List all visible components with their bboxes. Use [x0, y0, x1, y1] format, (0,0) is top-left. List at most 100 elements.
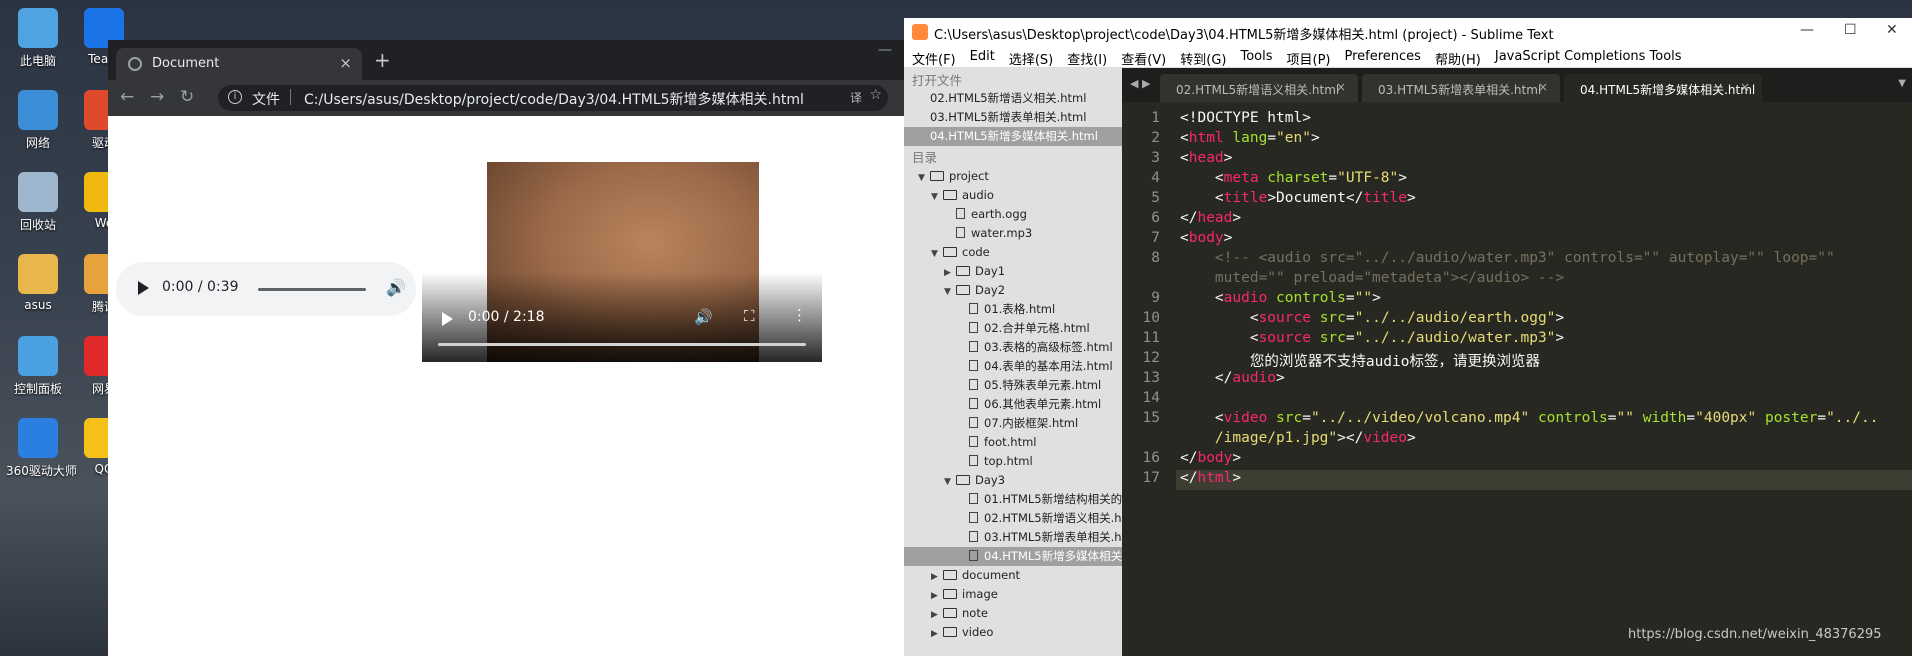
file-item[interactable]: 05.特殊表单元素.html: [904, 376, 1122, 395]
file-item[interactable]: 02.HTML5新增语义相关.h: [904, 509, 1122, 528]
desktop-icon[interactable]: 360驱动大师: [6, 418, 77, 479]
tab-dropdown-icon[interactable]: ▼: [1898, 78, 1906, 89]
menu-item[interactable]: Edit: [970, 49, 995, 64]
desktop-icon[interactable]: 此电脑: [6, 8, 70, 69]
code-line[interactable]: <body>: [1180, 230, 1232, 246]
tab-close-button[interactable]: ×: [339, 54, 352, 72]
tab-close-icon[interactable]: ×: [1336, 80, 1346, 94]
file-item[interactable]: 01.HTML5新增结构相关的: [904, 490, 1122, 509]
folder-item[interactable]: ▼ project: [904, 167, 1122, 186]
code-line[interactable]: </body>: [1180, 450, 1241, 466]
menu-item[interactable]: 文件(F): [912, 49, 956, 68]
window-minimize-button[interactable]: —: [1800, 22, 1814, 38]
video-volume-icon[interactable]: 🔊: [694, 308, 713, 326]
address-bar[interactable]: i 文件 C:/Users/asus/Desktop/project/code/…: [218, 85, 888, 111]
app-icon: [18, 254, 58, 294]
chevron-right-icon[interactable]: ▶: [931, 625, 943, 644]
folder-item[interactable]: ▼ Day3: [904, 471, 1122, 490]
audio-play-icon[interactable]: [138, 281, 149, 295]
menu-item[interactable]: 转到(G): [1180, 49, 1226, 68]
file-item[interactable]: 07.内嵌框架.html: [904, 414, 1122, 433]
menu-item[interactable]: 项目(P): [1287, 49, 1331, 68]
file-item[interactable]: 02.合并单元格.html: [904, 319, 1122, 338]
folder-item[interactable]: ▼ Day2: [904, 281, 1122, 300]
code-line[interactable]: <meta charset="UTF-8">: [1180, 170, 1407, 186]
code-line[interactable]: </audio>: [1180, 370, 1285, 386]
audio-player[interactable]: 0:00 / 0:39 🔊: [116, 262, 416, 316]
code-line[interactable]: <title>Document</title>: [1180, 190, 1416, 206]
desktop-icon[interactable]: 网络: [6, 90, 70, 151]
menu-item[interactable]: 选择(S): [1009, 49, 1053, 68]
browser-tab[interactable]: Document ×: [116, 48, 362, 80]
code-line[interactable]: <html lang="en">: [1180, 130, 1320, 146]
code-line[interactable]: <source src="../../audio/earth.ogg">: [1180, 310, 1564, 326]
video-player[interactable]: 0:00 / 2:18 🔊 ⛶ ⋮: [422, 162, 822, 362]
code-line[interactable]: <video src="../../video/volcano.mp4" con…: [1180, 410, 1879, 426]
folder-item[interactable]: ▼ code: [904, 243, 1122, 262]
audio-progress-track[interactable]: [258, 288, 366, 291]
fullscreen-icon[interactable]: ⛶: [744, 307, 755, 325]
code-line[interactable]: /image/p1.jpg"></video>: [1180, 430, 1416, 446]
file-item[interactable]: top.html: [904, 452, 1122, 471]
url-text[interactable]: C:/Users/asus/Desktop/project/code/Day3/…: [304, 89, 804, 109]
code-line[interactable]: <head>: [1180, 150, 1232, 166]
desktop-icon[interactable]: 控制面板: [6, 336, 70, 397]
code-line[interactable]: </head>: [1180, 210, 1241, 226]
file-item[interactable]: 06.其他表单元素.html: [904, 395, 1122, 414]
tab-active[interactable]: 04.HTML5新增多媒体相关.html ×: [1564, 74, 1762, 102]
folder-item[interactable]: ▼ audio: [904, 186, 1122, 205]
open-file-item[interactable]: 02.HTML5新增语义相关.html: [904, 89, 1122, 108]
audio-volume-icon[interactable]: 🔊: [386, 278, 406, 297]
code-line[interactable]: </html>: [1180, 470, 1241, 486]
more-options-icon[interactable]: ⋮: [792, 306, 807, 324]
folder-item[interactable]: ▶ document: [904, 566, 1122, 585]
file-item[interactable]: 04.HTML5新增多媒体相关: [904, 547, 1122, 566]
info-icon[interactable]: i: [228, 90, 242, 104]
tab-close-icon[interactable]: ×: [1538, 80, 1548, 94]
folder-item[interactable]: ▶ image: [904, 585, 1122, 604]
video-progress-track[interactable]: [438, 343, 806, 346]
file-item[interactable]: 03.表格的高级标签.html: [904, 338, 1122, 357]
window-close-button[interactable]: ✕: [1886, 22, 1898, 38]
menu-item[interactable]: JavaScript Completions Tools: [1495, 49, 1682, 64]
reload-button[interactable]: ↻: [180, 87, 194, 107]
code-line[interactable]: <source src="../../audio/water.mp3">: [1180, 330, 1564, 346]
open-file-item[interactable]: 03.HTML5新增表单相关.html: [904, 108, 1122, 127]
tab-close-icon[interactable]: ×: [1740, 80, 1750, 94]
new-tab-button[interactable]: +: [374, 48, 391, 72]
file-item[interactable]: earth.ogg: [904, 205, 1122, 224]
forward-button[interactable]: →: [150, 87, 164, 107]
editor-tab[interactable]: 03.HTML5新增表单相关.html ×: [1362, 74, 1560, 102]
folder-item[interactable]: ▶ video: [904, 623, 1122, 642]
minimize-button[interactable]: —: [878, 42, 892, 58]
bookmark-star-icon[interactable]: ☆: [869, 87, 882, 103]
code-line[interactable]: <!DOCTYPE html>: [1180, 110, 1311, 126]
code-line[interactable]: 您的浏览器不支持audio标签，请更换浏览器: [1180, 350, 1540, 371]
open-file-item[interactable]: 04.HTML5新增多媒体相关.html: [904, 127, 1122, 146]
file-item[interactable]: foot.html: [904, 433, 1122, 452]
translate-icon[interactable]: 译: [850, 89, 862, 106]
menu-item[interactable]: 查看(V): [1121, 49, 1166, 68]
editor-tab[interactable]: 02.HTML5新增语义相关.html ×: [1160, 74, 1358, 102]
code-line[interactable]: <!-- <audio src="../../audio/water.mp3" …: [1180, 250, 1835, 266]
code-line[interactable]: <audio controls="">: [1180, 290, 1381, 306]
code-line[interactable]: muted="" preload="metadeta"></audio> -->: [1180, 270, 1564, 286]
menu-item[interactable]: Tools: [1240, 49, 1272, 64]
desktop-icon[interactable]: asus: [6, 254, 70, 312]
menu-item[interactable]: Preferences: [1344, 49, 1420, 64]
folder-item[interactable]: ▶ note: [904, 604, 1122, 623]
video-play-icon[interactable]: [442, 312, 453, 326]
folder-item[interactable]: ▶ Day1: [904, 262, 1122, 281]
code-editor[interactable]: <!DOCTYPE html> <html lang="en"> <head> <m…: [1176, 102, 1912, 656]
file-icon: [956, 227, 965, 238]
file-item[interactable]: 04.表单的基本用法.html: [904, 357, 1122, 376]
file-item[interactable]: 03.HTML5新增表单相关.h: [904, 528, 1122, 547]
tab-nav-arrows-icon[interactable]: ◀ ▶: [1130, 77, 1150, 90]
window-maximize-button[interactable]: ☐: [1844, 22, 1857, 38]
desktop-icon[interactable]: 回收站: [6, 172, 70, 233]
menu-item[interactable]: 查找(I): [1067, 49, 1107, 68]
back-button[interactable]: ←: [120, 87, 134, 107]
file-item[interactable]: water.mp3: [904, 224, 1122, 243]
menu-item[interactable]: 帮助(H): [1435, 49, 1481, 68]
file-item[interactable]: 01.表格.html: [904, 300, 1122, 319]
